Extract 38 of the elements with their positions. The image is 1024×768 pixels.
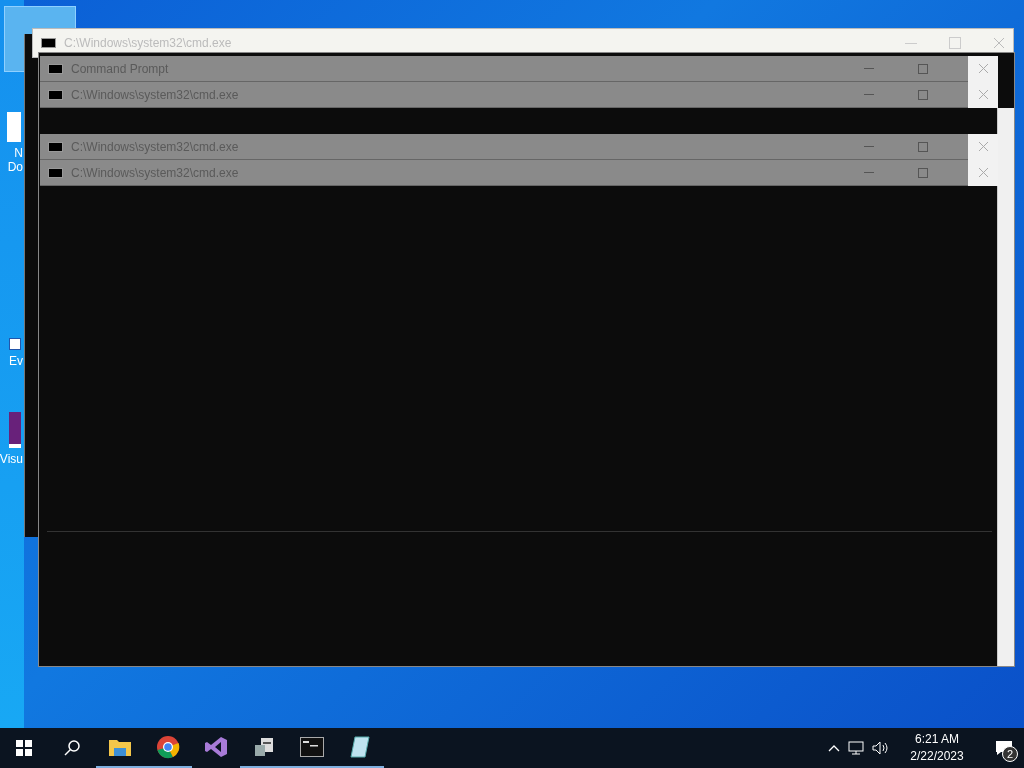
close-icon	[977, 141, 989, 152]
close-button[interactable]	[968, 55, 998, 82]
console-icon	[48, 141, 63, 152]
speaker-icon[interactable]	[872, 741, 890, 755]
document-icon	[7, 112, 21, 142]
console-icon	[48, 89, 63, 100]
studio-icon	[9, 412, 21, 448]
time-text: 6:21 AM	[915, 731, 959, 748]
date-text: 2/22/2023	[910, 748, 964, 765]
folder-icon	[108, 737, 132, 757]
server-icon	[253, 736, 275, 758]
console-icon	[300, 737, 324, 757]
maximize-icon[interactable]	[918, 141, 928, 152]
close-icon	[977, 63, 989, 74]
chevron-up-icon[interactable]	[828, 744, 840, 752]
icon-label[interactable]: Ev	[9, 354, 23, 368]
browser-icon	[156, 735, 180, 759]
console-icon	[48, 167, 63, 178]
maximize-icon[interactable]	[918, 89, 928, 100]
close-icon	[977, 89, 989, 100]
close-icon	[977, 167, 989, 178]
notifications-button[interactable]: 2	[984, 728, 1024, 768]
close-icon[interactable]	[993, 37, 1005, 49]
clock[interactable]: 6:21 AM 2/22/2023	[902, 731, 972, 765]
minimize-icon[interactable]	[905, 42, 917, 44]
scrollbar[interactable]	[997, 188, 1014, 666]
shortcut-icon	[9, 338, 21, 350]
notification-count: 2	[1002, 746, 1018, 762]
icon-label[interactable]: Visu	[0, 452, 23, 466]
console-icon	[41, 38, 56, 48]
window-title: C:\Windows\system32\cmd.exe	[64, 35, 232, 52]
studio-icon	[204, 735, 228, 759]
maximize-icon[interactable]	[918, 167, 928, 178]
notepad-icon	[349, 735, 371, 759]
maximize-icon[interactable]	[918, 63, 928, 74]
console-icon	[48, 63, 63, 74]
icon-label[interactable]: N Do	[7, 146, 23, 174]
network-icon[interactable]	[848, 741, 864, 755]
